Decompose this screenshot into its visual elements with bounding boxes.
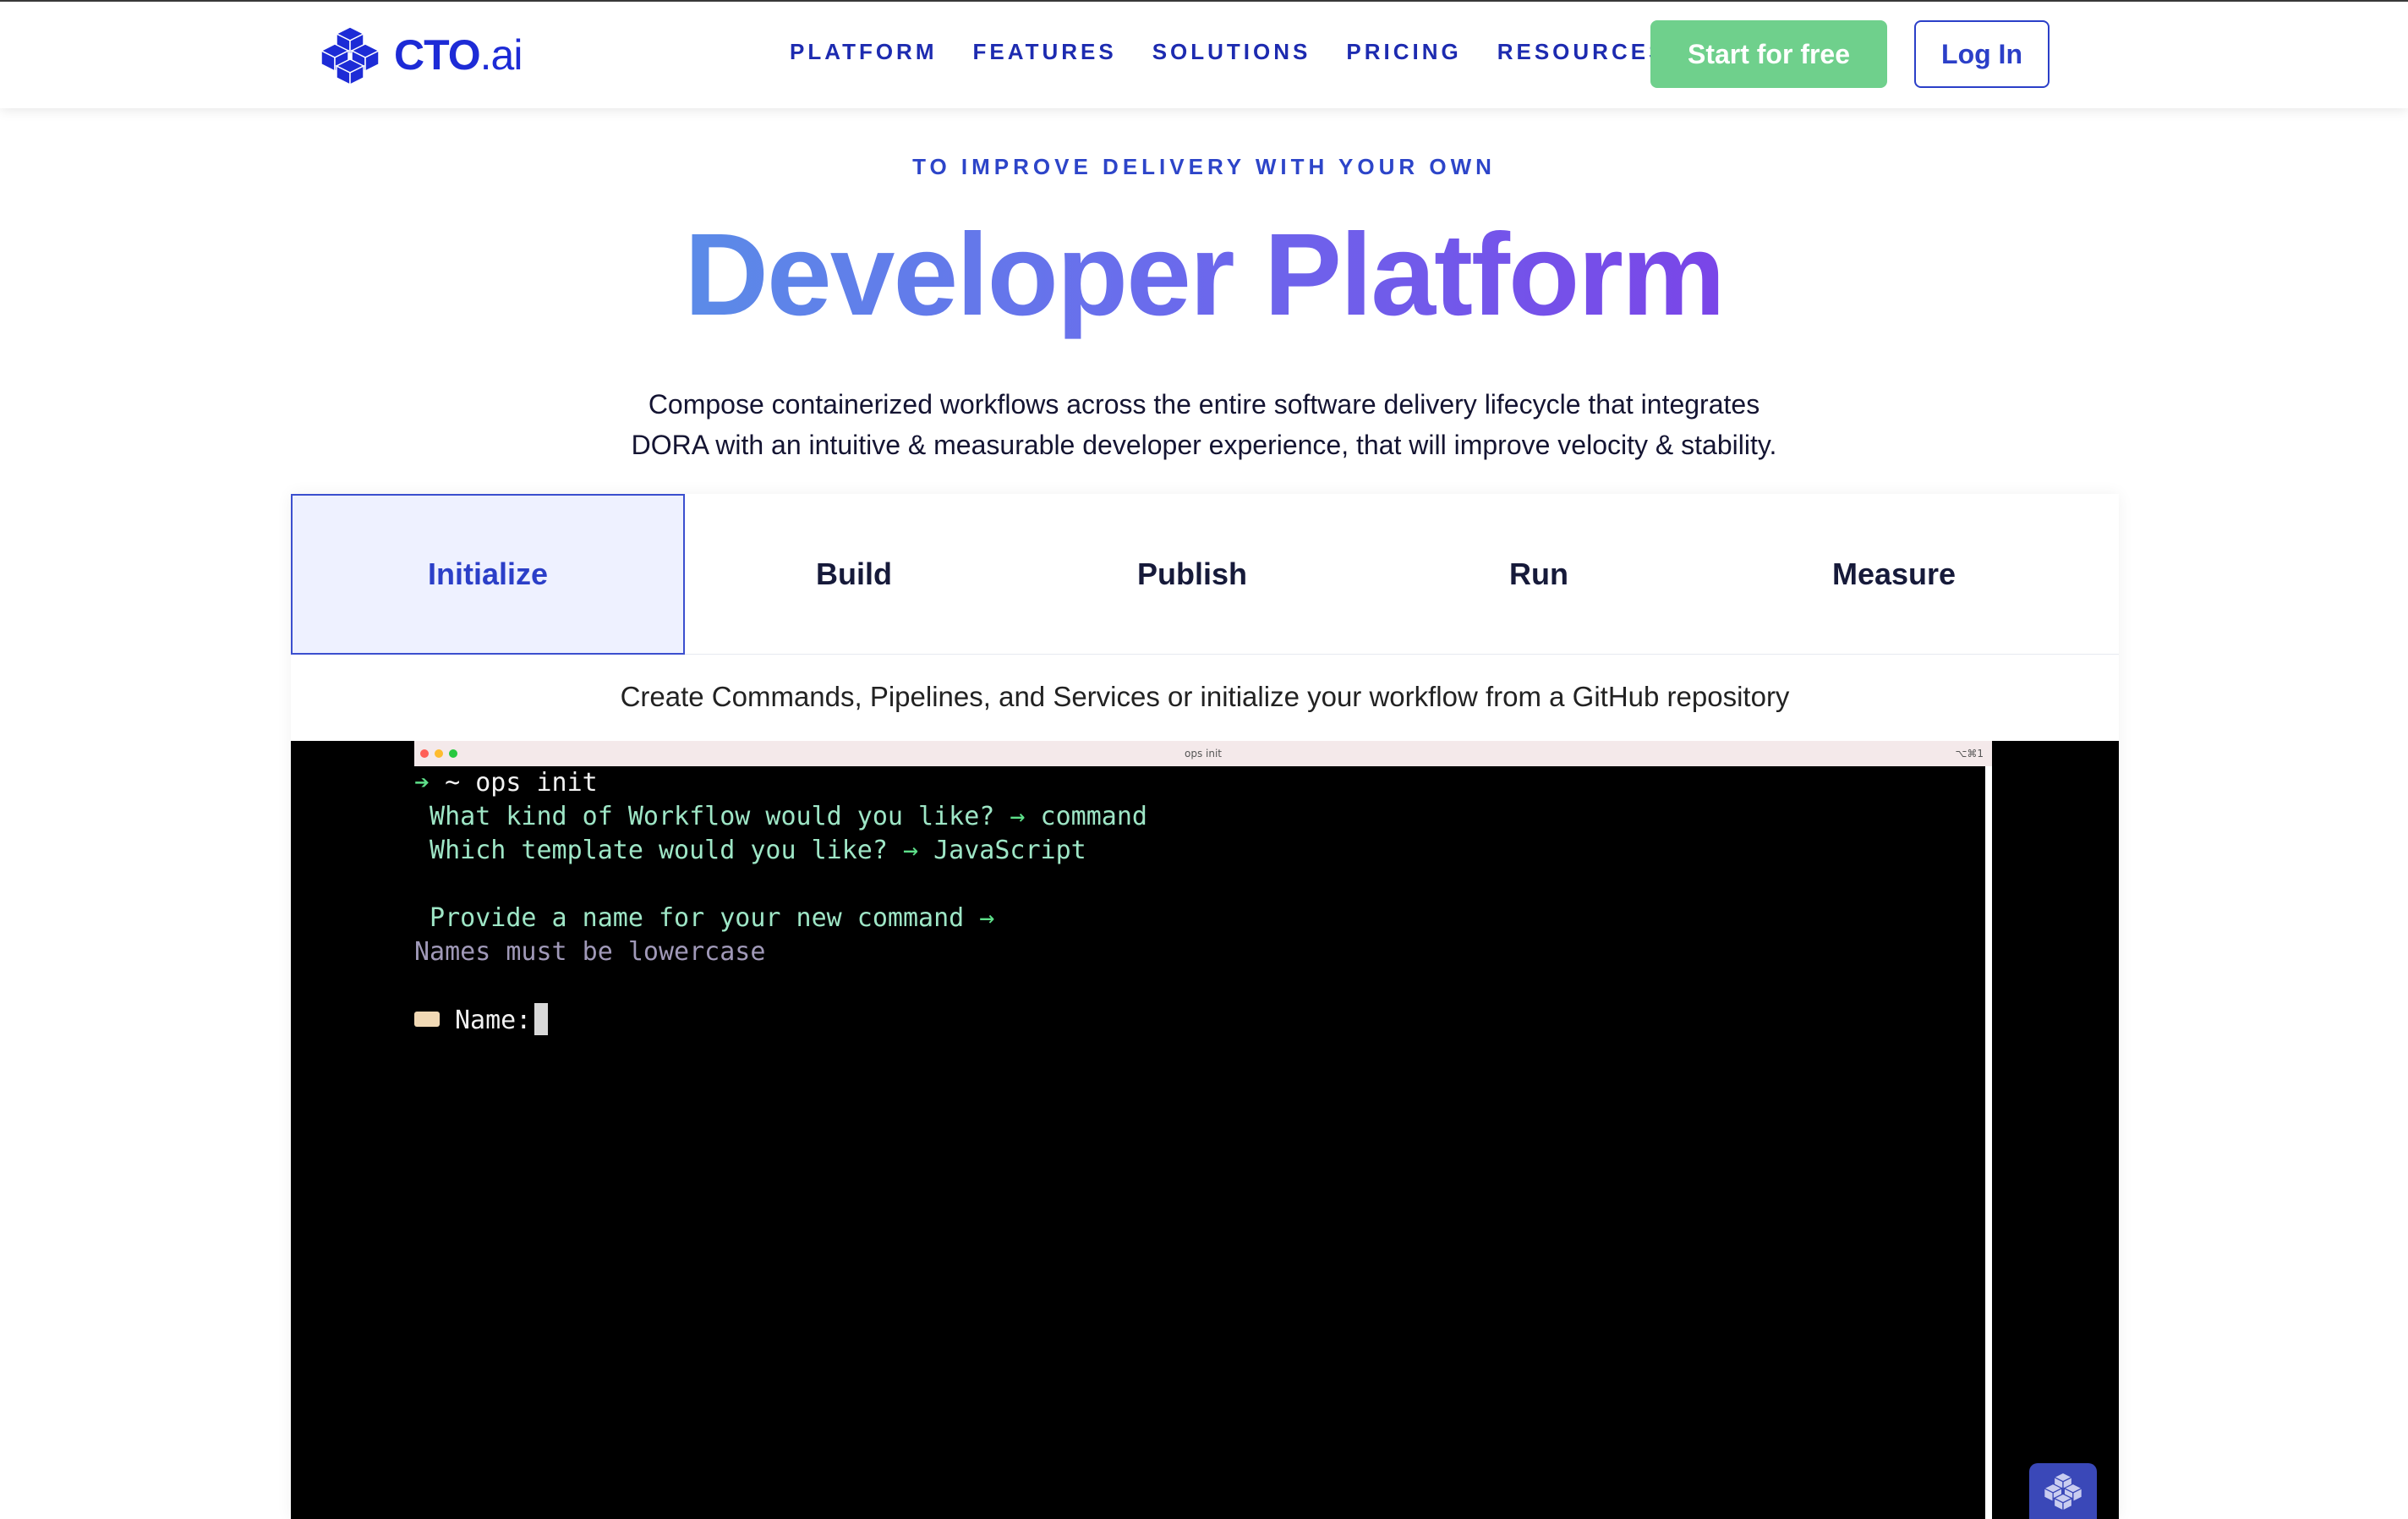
nav-resources[interactable]: RESOURCES: [1497, 39, 1667, 65]
answer-workflow: command: [1040, 802, 1147, 831]
terminal-shortcut: ⌥⌘1: [1955, 748, 1984, 760]
hero-eyebrow: TO IMPROVE DELIVERY WITH YOUR OWN: [912, 154, 1496, 179]
answer-arrow-icon: →: [979, 903, 995, 933]
terminal-window: ops init ⌥⌘1 ➔ ~ ops init What kind of W…: [414, 741, 1992, 1519]
workflow-tabs-panel: Initialize Build Publish Run Measure Cre…: [291, 494, 2119, 1519]
tab-run[interactable]: Run: [1361, 494, 1716, 655]
tab-publish[interactable]: Publish: [1023, 494, 1361, 655]
start-for-free-button[interactable]: Start for free: [1650, 20, 1887, 88]
site-header: CTO.ai PLATFORM FEATURES SOLUTIONS PRICI…: [0, 2, 2408, 108]
logo[interactable]: CTO.ai: [315, 25, 523, 85]
prompt-arrow-icon: ➔: [414, 768, 430, 798]
terminal-title: ops init: [1184, 748, 1222, 760]
terminal-scrollbar[interactable]: [1985, 766, 1992, 1519]
hero-description-line-1: Compose containerized workflows across t…: [648, 389, 1760, 420]
hero-description: Compose containerized workflows across t…: [528, 384, 1880, 465]
tag-icon: [414, 1012, 440, 1027]
question-name: Provide a name for your new command →: [414, 903, 995, 933]
name-label: Name:: [455, 1006, 532, 1035]
text-cursor: [534, 1003, 549, 1035]
prompt-line: ➔ ~ ops init: [414, 766, 598, 800]
question-template: Which template would you like? → JavaScr…: [414, 836, 1086, 865]
name-hint: Names must be lowercase: [414, 937, 766, 967]
hero-description-line-2: DORA with an intuitive & measurable deve…: [631, 430, 1777, 460]
nav-solutions[interactable]: SOLUTIONS: [1152, 39, 1311, 65]
terminal-demo: ops init ⌥⌘1 ➔ ~ ops init What kind of W…: [291, 741, 2119, 1519]
hero-title: Developer Platform: [0, 203, 2408, 347]
answer-arrow-icon: →: [902, 836, 919, 865]
main-nav: PLATFORM FEATURES SOLUTIONS PRICING RESO…: [790, 39, 1702, 65]
tab-build[interactable]: Build: [685, 494, 1023, 655]
terminal-output: ➔ ~ ops init What kind of Workflow would…: [414, 766, 1984, 1519]
prompt-command: ~ ops init: [430, 768, 598, 798]
hero-title-text: Developer Platform: [684, 210, 1725, 340]
tab-measure[interactable]: Measure: [1716, 494, 2071, 655]
cube-icon: [2043, 1472, 2083, 1511]
nav-platform[interactable]: PLATFORM: [790, 39, 938, 65]
name-input-line[interactable]: Name:: [414, 1003, 549, 1038]
cube-logo-icon: [320, 26, 380, 85]
answer-template: JavaScript: [933, 836, 1086, 865]
logo-wordmark: CTO.ai: [394, 31, 523, 79]
tab-initialize[interactable]: Initialize: [291, 494, 685, 655]
chat-widget-button[interactable]: [2029, 1463, 2097, 1519]
nav-features[interactable]: FEATURES: [973, 39, 1117, 65]
tab-caption: Create Commands, Pipelines, and Services…: [620, 681, 1790, 712]
log-in-button[interactable]: Log In: [1914, 20, 2050, 88]
question-workflow: What kind of Workflow would you like? → …: [414, 802, 1147, 831]
nav-pricing[interactable]: PRICING: [1346, 39, 1461, 65]
tab-bar: Initialize Build Publish Run Measure: [291, 494, 2119, 655]
answer-arrow-icon: →: [1010, 802, 1026, 831]
